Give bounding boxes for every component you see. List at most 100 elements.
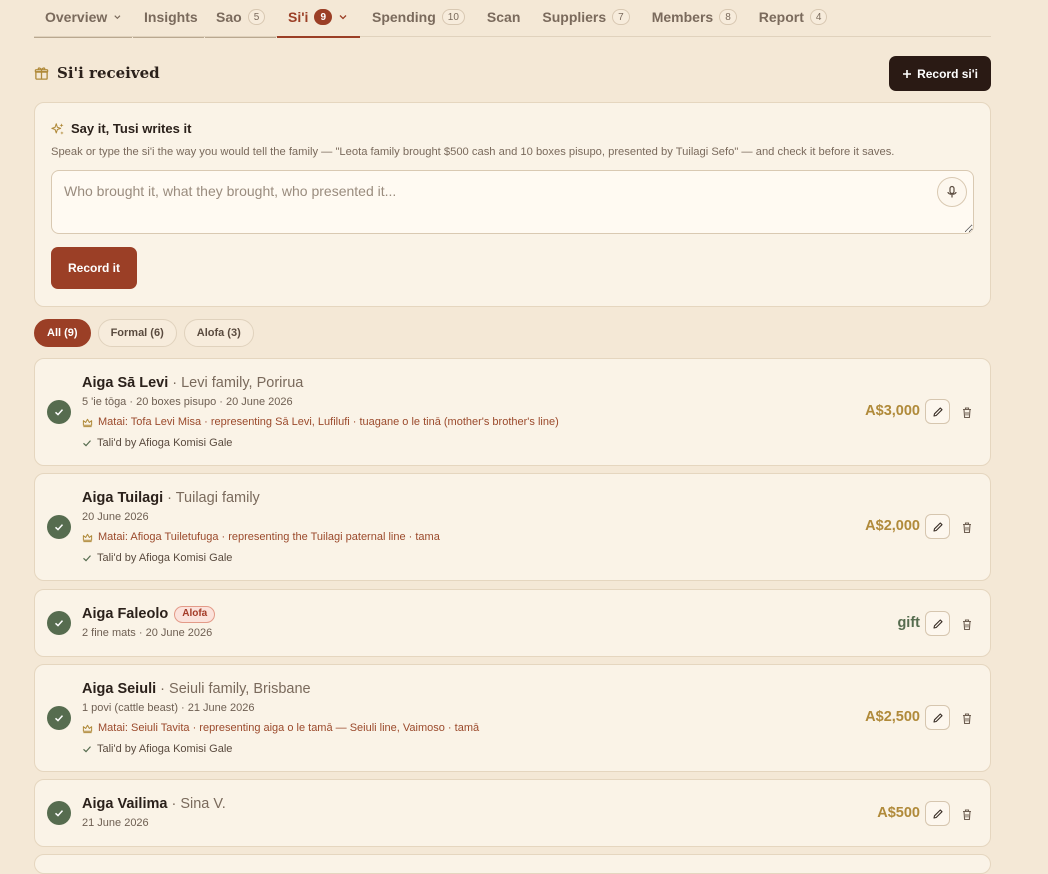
- entry-body: Aiga Faleolo Alofa 2 fine mats · 20 June …: [82, 605, 216, 640]
- sii-entry: Aiga Sā Levi · Levi family, Porirua 5 'i…: [34, 358, 991, 466]
- entry-name: Aiga Tuilagi: [82, 490, 164, 506]
- siI-page: Overview Insights Sao 5 Si'i 9 Spending …: [34, 0, 991, 874]
- gift-icon: [34, 66, 49, 80]
- tab-label: Overview: [45, 9, 108, 25]
- tab-label: Suppliers: [542, 9, 607, 25]
- edit-button[interactable]: [925, 801, 950, 826]
- pencil-icon: [932, 712, 943, 723]
- entry-title: Aiga Faleolo Alofa: [82, 605, 216, 623]
- record-it-button[interactable]: Record it: [51, 247, 137, 289]
- pencil-icon: [932, 406, 943, 417]
- microphone-button[interactable]: [937, 177, 967, 207]
- crown-icon: [82, 418, 93, 427]
- chevron-down-icon: [339, 15, 347, 20]
- section-header: Si'i received Record si'i: [34, 56, 991, 91]
- pencil-icon: [932, 618, 943, 629]
- say-it-card: Say it, Tusi writes it Speak or type the…: [34, 102, 991, 307]
- sii-entry: Aiga Seiuli · Seiuli family, Brisbane 1 …: [34, 664, 991, 772]
- filter-alofa[interactable]: Alofa (3): [183, 319, 254, 347]
- entry-amount: gift: [897, 615, 920, 631]
- entry-amount: A$2,500: [865, 709, 920, 725]
- crown-icon: [82, 533, 93, 542]
- tab-overview[interactable]: Overview: [34, 0, 133, 38]
- tab-insights[interactable]: Insights: [133, 0, 205, 38]
- entry-body: Aiga Sā Levi · Levi family, Porirua 5 'i…: [82, 374, 559, 450]
- entry-meta: 21 June 2026: [82, 817, 149, 829]
- tab-label: Scan: [486, 9, 521, 25]
- entry-matai-text: Matai: Tofa Levi Misa · representing Sā …: [98, 416, 559, 428]
- tab-sii[interactable]: Si'i 9: [277, 0, 361, 38]
- entry-matai: Matai: Tofa Levi Misa · representing Sā …: [82, 415, 559, 429]
- chevron-down-icon: [114, 15, 121, 20]
- tab-report[interactable]: Report 4: [748, 0, 839, 37]
- tab-members[interactable]: Members 8: [641, 0, 748, 37]
- sii-entry: Aiga Vailima · Sina V. 21 June 2026 A$50…: [34, 779, 991, 847]
- microphone-icon: [947, 185, 957, 198]
- count-badge: 7: [612, 9, 630, 25]
- sii-entry: Aiga Tuilagi · Tuilagi family 20 June 20…: [34, 473, 991, 581]
- entry-title: Aiga Tuilagi · Tuilagi family: [82, 489, 440, 507]
- tab-label: Members: [651, 9, 714, 25]
- checkmark-icon: [83, 746, 91, 753]
- entry-tali: Tali'd by Afioga Komisi Gale: [82, 551, 440, 565]
- record-sii-button[interactable]: Record si'i: [889, 56, 991, 91]
- tab-sao[interactable]: Sao 5: [205, 0, 277, 38]
- say-it-input[interactable]: [51, 170, 974, 234]
- count-badge: 4: [809, 9, 828, 25]
- entry-matai-text: Matai: Afioga Tuiletufuga · representing…: [98, 531, 440, 543]
- entry-tali: Tali'd by Afioga Komisi Gale: [82, 436, 559, 450]
- sii-entry: Aiga Faleolo Alofa 2 fine mats · 20 June …: [34, 589, 991, 657]
- tab-suppliers[interactable]: Suppliers 7: [531, 0, 640, 37]
- entry-name: Aiga Sā Levi: [82, 375, 169, 391]
- entry-meta: 1 povi (cattle beast) · 21 June 2026: [82, 702, 255, 714]
- section-title-text: Si'i received: [57, 64, 160, 82]
- trash-icon[interactable]: [960, 617, 974, 631]
- trash-icon[interactable]: [960, 711, 974, 725]
- check-icon: [47, 611, 71, 635]
- say-it-title-text: Say it, Tusi writes it: [71, 121, 192, 136]
- entry-name: Aiga Seiuli: [82, 681, 157, 697]
- entry-matai: Matai: Seiuli Tavita · representing aiga…: [82, 721, 479, 735]
- pencil-icon: [932, 808, 943, 819]
- entry-name: Aiga Faleolo: [82, 606, 169, 622]
- say-it-description: Speak or type the si'i the way you would…: [51, 146, 895, 158]
- edit-button[interactable]: [925, 705, 950, 730]
- tab-label: Insights: [144, 9, 198, 25]
- entry-amount: A$500: [877, 805, 920, 821]
- tab-label: Spending: [372, 9, 436, 25]
- entry-family: · Levi family, Porirua: [172, 375, 304, 391]
- checkmark-icon: [83, 440, 91, 447]
- edit-button[interactable]: [925, 399, 950, 424]
- entry-title: Aiga Seiuli · Seiuli family, Brisbane: [82, 680, 479, 698]
- section-title: Si'i received: [34, 64, 160, 82]
- entry-body: Aiga Tuilagi · Tuilagi family 20 June 20…: [82, 489, 440, 565]
- trash-icon[interactable]: [960, 807, 974, 821]
- entry-body: Aiga Vailima · Sina V. 21 June 2026: [82, 795, 226, 830]
- trash-icon[interactable]: [960, 405, 974, 419]
- tab-label: Si'i: [288, 9, 309, 25]
- entry-tali-text: Tali'd by Afioga Komisi Gale: [97, 552, 233, 564]
- entry-title: Aiga Sā Levi · Levi family, Porirua: [82, 374, 559, 392]
- entry-family: · Seiuli family, Brisbane: [160, 681, 311, 697]
- edit-button[interactable]: [925, 514, 950, 539]
- sii-entry-partial: [34, 854, 991, 874]
- trash-icon[interactable]: [960, 520, 974, 534]
- entry-name: Aiga Vailima: [82, 796, 168, 812]
- count-badge: 9: [314, 9, 333, 25]
- tab-bar: Overview Insights Sao 5 Si'i 9 Spending …: [34, 0, 991, 38]
- entry-tali: Tali'd by Afioga Komisi Gale: [82, 742, 479, 756]
- filter-formal[interactable]: Formal (6): [97, 319, 177, 347]
- tab-label: Sao: [216, 9, 242, 25]
- plus-icon: [903, 69, 912, 78]
- entry-title: Aiga Vailima · Sina V.: [82, 795, 226, 813]
- edit-button[interactable]: [925, 611, 950, 636]
- tab-scan[interactable]: Scan: [476, 0, 531, 37]
- check-icon: [47, 706, 71, 730]
- filter-all[interactable]: All (9): [34, 319, 91, 347]
- pencil-icon: [932, 521, 943, 532]
- entry-family: · Tuilagi family: [167, 490, 260, 506]
- entry-amount: A$3,000: [865, 403, 920, 419]
- record-sii-label: Record si'i: [917, 66, 978, 81]
- tab-spending[interactable]: Spending 10: [361, 0, 476, 37]
- entry-tali-text: Tali'd by Afioga Komisi Gale: [97, 743, 233, 755]
